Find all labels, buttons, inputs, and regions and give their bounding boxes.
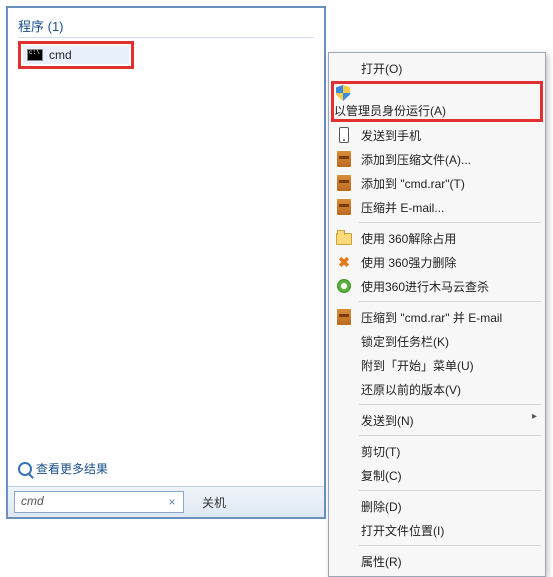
folder-icon <box>335 229 353 247</box>
shield-icon <box>334 84 352 102</box>
menu-open[interactable]: 打开(O) <box>331 56 543 80</box>
gear360-icon <box>335 277 353 295</box>
delete-icon: ✖ <box>335 253 353 271</box>
menu-cut[interactable]: 剪切(T) <box>331 439 543 463</box>
see-more-label: 查看更多结果 <box>36 460 108 477</box>
menu-360-force-delete-label: 使用 360强力删除 <box>361 254 456 271</box>
menu-separator <box>359 222 541 223</box>
menu-separator <box>359 490 541 491</box>
menu-pin-taskbar[interactable]: 锁定到任务栏(K) <box>331 329 543 353</box>
menu-add-to-rar-label: 添加到 "cmd.rar"(T) <box>361 175 465 192</box>
menu-360-trojan-scan[interactable]: 使用360进行木马云查杀 <box>331 274 543 298</box>
blank-icon <box>335 497 353 515</box>
start-search-pane: 程序 (1) cmd 查看更多结果 cmd × 关机 <box>6 6 326 519</box>
menu-delete-label: 删除(D) <box>361 498 402 515</box>
rar-icon <box>335 198 353 216</box>
menu-separator <box>359 435 541 436</box>
menu-properties-label: 属性(R) <box>361 553 402 570</box>
blank-icon <box>335 411 353 429</box>
menu-send-to-phone[interactable]: 发送到手机 <box>331 123 543 147</box>
menu-run-as-admin[interactable]: 以管理员身份运行(A) <box>334 84 446 119</box>
blank-icon <box>335 332 353 350</box>
see-more-results[interactable]: 查看更多结果 <box>18 460 108 477</box>
search-icon <box>18 462 32 476</box>
blank-icon <box>335 521 353 539</box>
blank-icon <box>335 356 353 374</box>
menu-zip-email-label: 压缩并 E-mail... <box>361 199 444 216</box>
menu-add-to-rar[interactable]: 添加到 "cmd.rar"(T) <box>331 171 543 195</box>
rar-icon <box>335 308 353 326</box>
menu-copy-label: 复制(C) <box>361 467 402 484</box>
menu-open-file-location[interactable]: 打开文件位置(I) <box>331 518 543 542</box>
menu-zip-rar-email[interactable]: 压缩到 "cmd.rar" 并 E-mail <box>331 305 543 329</box>
menu-separator <box>359 301 541 302</box>
menu-run-as-admin-label: 以管理员身份运行(A) <box>334 104 446 118</box>
menu-restore-previous[interactable]: 还原以前的版本(V) <box>331 377 543 401</box>
blank-icon <box>335 466 353 484</box>
cmd-icon <box>27 49 43 61</box>
search-input[interactable]: cmd × <box>14 491 184 513</box>
search-input-value: cmd <box>21 494 44 508</box>
menu-add-to-archive-label: 添加到压缩文件(A)... <box>361 151 471 168</box>
highlight-cmd-result: cmd <box>18 41 134 69</box>
menu-separator <box>359 545 541 546</box>
menu-open-file-location-label: 打开文件位置(I) <box>361 522 444 539</box>
context-menu: 打开(O) 以管理员身份运行(A) 发送到手机 添加到压缩文件(A)... 添加… <box>328 52 546 577</box>
start-bottom-bar: cmd × 关机 <box>8 486 324 517</box>
menu-cut-label: 剪切(T) <box>361 443 400 460</box>
blank-icon <box>335 552 353 570</box>
menu-360-release[interactable]: 使用 360解除占用 <box>331 226 543 250</box>
rar-icon <box>335 174 353 192</box>
menu-360-trojan-scan-label: 使用360进行木马云查杀 <box>361 278 489 295</box>
menu-send-to[interactable]: 发送到(N) <box>331 408 543 432</box>
clear-search-icon[interactable]: × <box>165 495 179 509</box>
highlight-run-admin: 以管理员身份运行(A) <box>331 81 543 122</box>
menu-send-to-phone-label: 发送到手机 <box>361 127 421 144</box>
menu-send-to-label: 发送到(N) <box>361 412 414 429</box>
menu-zip-rar-email-label: 压缩到 "cmd.rar" 并 E-mail <box>361 309 502 326</box>
shutdown-button[interactable]: 关机 <box>192 492 236 513</box>
rar-icon <box>335 150 353 168</box>
menu-restore-previous-label: 还原以前的版本(V) <box>361 381 461 398</box>
section-title-programs: 程序 (1) <box>18 16 314 35</box>
blank-icon <box>335 380 353 398</box>
search-result-cmd[interactable]: cmd <box>23 46 129 64</box>
menu-separator <box>359 404 541 405</box>
menu-pin-taskbar-label: 锁定到任务栏(K) <box>361 333 449 350</box>
menu-add-to-archive[interactable]: 添加到压缩文件(A)... <box>331 147 543 171</box>
menu-pin-start-label: 附到「开始」菜单(U) <box>361 357 474 374</box>
menu-pin-start[interactable]: 附到「开始」菜单(U) <box>331 353 543 377</box>
menu-zip-email[interactable]: 压缩并 E-mail... <box>331 195 543 219</box>
menu-360-force-delete[interactable]: ✖ 使用 360强力删除 <box>331 250 543 274</box>
menu-copy[interactable]: 复制(C) <box>331 463 543 487</box>
menu-delete[interactable]: 删除(D) <box>331 494 543 518</box>
menu-open-label: 打开(O) <box>361 60 402 77</box>
search-result-label: cmd <box>49 48 72 62</box>
menu-properties[interactable]: 属性(R) <box>331 549 543 573</box>
phone-icon <box>335 126 353 144</box>
blank-icon <box>335 442 353 460</box>
menu-360-release-label: 使用 360解除占用 <box>361 230 456 247</box>
section-separator <box>18 37 314 38</box>
blank-icon <box>335 59 353 77</box>
